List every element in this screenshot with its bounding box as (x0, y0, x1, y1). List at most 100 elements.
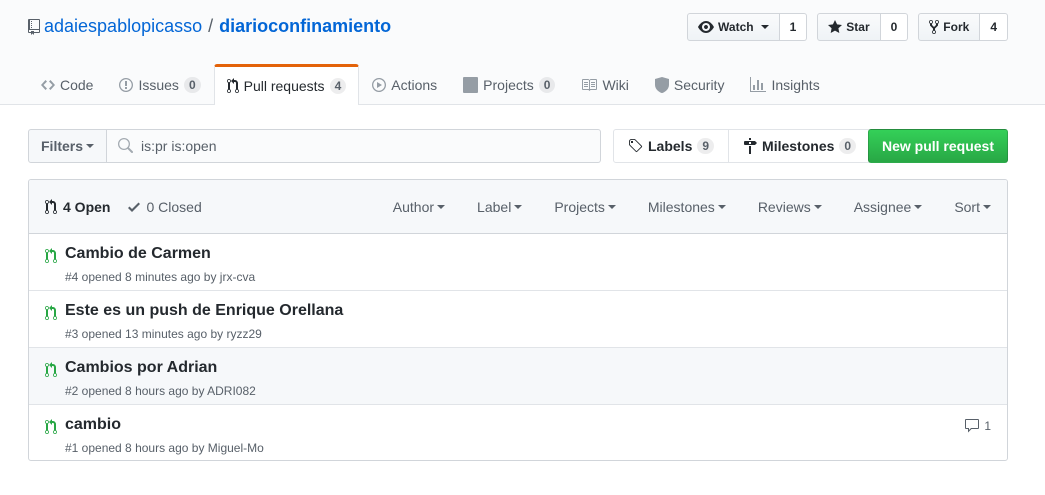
list-item[interactable]: Cambios por Adrian #2 opened 8 hours ago… (29, 348, 1007, 405)
pull-request-title-link[interactable]: Cambios por Adrian (65, 359, 217, 377)
milestones-button[interactable]: Milestones 0 (729, 129, 872, 163)
open-pull-request-icon (45, 419, 57, 435)
watch-count[interactable]: 1 (779, 13, 808, 41)
eye-icon (698, 19, 715, 35)
repo-name-link[interactable]: diarioconfinamiento (219, 16, 391, 37)
caret-down-icon (437, 204, 446, 209)
filters-label: Filters (41, 138, 84, 154)
list-item[interactable]: Cambio de Carmen #4 opened 8 minutes ago… (29, 234, 1007, 291)
reviews-label: Reviews (757, 198, 811, 215)
star-label: Star (846, 20, 870, 34)
label-label: Label (477, 198, 512, 215)
tab-code-label: Code (60, 76, 94, 93)
milestones-label: Milestones (762, 138, 835, 154)
tab-security[interactable]: Security (642, 64, 738, 104)
tab-projects-count: 0 (538, 76, 556, 93)
filters-button[interactable]: Filters (28, 129, 108, 163)
fork-count[interactable]: 4 (980, 13, 1008, 41)
caret-down-icon (514, 204, 523, 209)
labels-count: 9 (697, 138, 715, 154)
tag-icon (628, 138, 643, 154)
pull-request-list: 4 Open 0 Closed Author Label Projects Mi… (28, 179, 1008, 461)
closed-filter[interactable]: 0 Closed (128, 198, 202, 215)
projects-label: Projects (554, 198, 605, 215)
pull-request-meta: #4 opened 8 minutes ago by jrx-cva (65, 270, 256, 284)
repo-nav: Code Issues 0 Pull requests 4 Actions Pr… (28, 64, 833, 105)
check-icon (128, 199, 141, 215)
labels-milestones-group: Labels 9 Milestones 0 (613, 129, 872, 163)
search-input[interactable] (141, 138, 582, 154)
comment-icon (964, 418, 980, 434)
caret-down-icon (760, 25, 769, 29)
star-group: Star 0 (817, 13, 909, 41)
code-icon (41, 77, 55, 93)
tab-security-label: Security (673, 76, 725, 93)
label-dropdown[interactable]: Label (461, 199, 538, 215)
labels-label: Labels (648, 138, 693, 154)
caret-down-icon (983, 204, 991, 209)
open-pull-request-icon (45, 248, 57, 264)
fork-icon (929, 19, 940, 35)
projects-dropdown[interactable]: Projects (538, 199, 632, 215)
repo-title: adaiespablopicasso / diarioconfinamiento (28, 16, 391, 37)
sort-label: Sort (954, 198, 980, 215)
tab-insights-label: Insights (771, 76, 820, 93)
assignee-dropdown[interactable]: Assignee (838, 199, 939, 215)
milestones-dropdown[interactable]: Milestones (632, 199, 742, 215)
watch-button[interactable]: Watch (687, 13, 780, 41)
caret-down-icon (607, 204, 616, 209)
sort-dropdown[interactable]: Sort (938, 199, 991, 215)
tab-issues-label: Issues (138, 76, 179, 93)
list-item[interactable]: cambio #1 opened 8 hours ago by Miguel-M… (29, 405, 1007, 460)
list-sorters: Author Label Projects Milestones Reviews… (377, 199, 991, 215)
pull-request-meta: #3 opened 13 minutes ago by ryzz29 (65, 327, 262, 341)
tab-actions[interactable]: Actions (359, 64, 450, 104)
pull-request-meta: #2 opened 8 hours ago by ADRI082 (65, 384, 256, 398)
repo-owner-link[interactable]: adaiespablopicasso (44, 16, 202, 37)
author-dropdown[interactable]: Author (377, 199, 461, 215)
star-icon (828, 19, 843, 35)
author-label: Author (392, 198, 435, 215)
new-pull-request-button[interactable]: New pull request (867, 129, 1008, 163)
tab-projects[interactable]: Projects 0 (450, 64, 568, 104)
list-item[interactable]: Este es un push de Enrique Orellana #3 o… (29, 291, 1007, 348)
tab-wiki[interactable]: Wiki (568, 64, 641, 104)
repo-separator: / (208, 16, 214, 36)
comments-link[interactable]: 1 (964, 418, 991, 434)
project-icon (463, 76, 479, 93)
star-button[interactable]: Star (817, 13, 881, 41)
tab-pull-requests-label: Pull requests (243, 78, 325, 94)
milestones-count: 0 (839, 138, 857, 154)
caret-down-icon (914, 204, 923, 209)
tab-code[interactable]: Code (28, 64, 106, 104)
labels-button[interactable]: Labels 9 (613, 129, 730, 163)
repo-actions: Watch 1 Star 0 Fork 4 (687, 13, 1008, 41)
tab-actions-label: Actions (391, 76, 438, 93)
open-pull-request-icon (45, 305, 57, 321)
caret-down-icon (86, 144, 95, 148)
fork-button[interactable]: Fork (918, 13, 981, 41)
pull-request-title-link[interactable]: Este es un push de Enrique Orellana (65, 302, 343, 320)
star-count[interactable]: 0 (880, 13, 909, 41)
comments-count: 1 (984, 419, 991, 433)
repo-header: adaiespablopicasso / diarioconfinamiento… (0, 0, 1045, 105)
graph-icon (750, 76, 767, 93)
pull-request-title-link[interactable]: Cambio de Carmen (65, 245, 211, 263)
state-filters: 4 Open 0 Closed (45, 198, 202, 215)
open-filter-label: 4 Open (63, 198, 111, 215)
tab-issues[interactable]: Issues 0 (106, 64, 213, 104)
open-filter[interactable]: 4 Open (45, 198, 111, 215)
tab-insights[interactable]: Insights (737, 64, 832, 104)
subnav: Filters Labels 9 Milestones 0 New pull r… (28, 129, 1008, 163)
milestone-icon (743, 138, 758, 154)
caret-down-icon (813, 204, 822, 209)
tab-pull-requests[interactable]: Pull requests 4 (213, 64, 360, 105)
search-box (107, 129, 602, 163)
pull-request-title-link[interactable]: cambio (65, 416, 121, 434)
fork-group: Fork 4 (918, 13, 1008, 41)
repo-icon (28, 18, 40, 35)
reviews-dropdown[interactable]: Reviews (742, 199, 838, 215)
shield-icon (654, 76, 669, 93)
closed-filter-label: 0 Closed (146, 198, 202, 215)
caret-down-icon (717, 204, 726, 209)
